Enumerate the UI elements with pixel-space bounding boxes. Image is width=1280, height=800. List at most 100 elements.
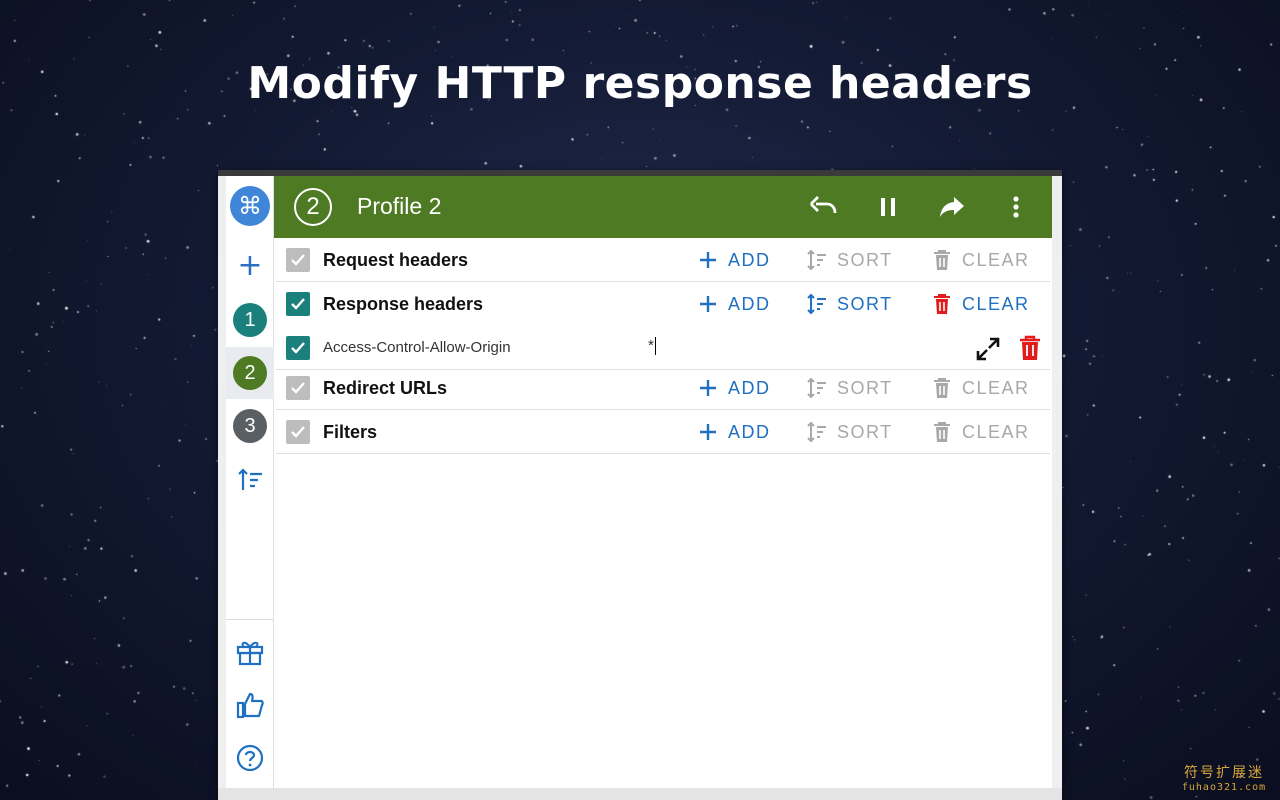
section-filters: Filters ADD SORT CLEAR xyxy=(276,410,1050,454)
profile-2-badge: 2 xyxy=(233,356,267,390)
expand-icon xyxy=(976,337,1000,361)
sort-response-headers-button[interactable]: SORT xyxy=(806,292,893,316)
watermark-url: fuhao321.com xyxy=(1181,782,1267,793)
clear-request-headers-button[interactable]: CLEAR xyxy=(931,248,1030,272)
profile-1-button[interactable]: 1 xyxy=(226,294,274,346)
check-icon xyxy=(291,426,305,438)
like-button[interactable] xyxy=(226,679,274,731)
profile-header: 2 Profile 2 xyxy=(274,176,1052,238)
add-request-header-button[interactable]: ADD xyxy=(697,248,771,272)
watermark: 符号扩展迷 fuhao321.com xyxy=(1172,762,1276,793)
trash-icon xyxy=(931,293,953,315)
trash-icon xyxy=(931,377,953,399)
clear-label: CLEAR xyxy=(962,377,1030,398)
extension-popup: ⌘ + 1 2 3 2 Profile 2 Request headers AD… xyxy=(218,170,1062,800)
add-label: ADD xyxy=(728,377,771,398)
section-label: Response headers xyxy=(323,294,484,314)
undo-icon xyxy=(810,196,837,214)
pause-button[interactable] xyxy=(872,191,904,223)
add-filter-button[interactable]: ADD xyxy=(697,420,771,444)
sidebar: ⌘ + 1 2 3 xyxy=(226,176,274,788)
command-icon: ⌘ xyxy=(230,186,270,226)
profile-number-badge: 2 xyxy=(294,188,332,226)
plus-icon xyxy=(697,377,719,399)
add-label: ADD xyxy=(728,421,771,442)
clear-label: CLEAR xyxy=(962,421,1030,442)
gift-icon xyxy=(236,641,264,666)
clear-redirect-urls-button[interactable]: CLEAR xyxy=(931,376,1030,400)
plus-icon xyxy=(697,293,719,315)
sort-label: SORT xyxy=(837,293,893,314)
more-vert-icon xyxy=(1013,196,1019,218)
add-label: ADD xyxy=(728,249,771,270)
share-icon xyxy=(940,197,964,217)
profile-name[interactable]: Profile 2 xyxy=(357,193,441,220)
response-headers-checkbox[interactable] xyxy=(286,292,310,316)
help-button[interactable] xyxy=(226,732,274,784)
gift-button[interactable] xyxy=(226,626,274,678)
watermark-cn: 符号扩展迷 xyxy=(1184,765,1264,781)
clear-label: CLEAR xyxy=(962,249,1030,270)
pause-icon xyxy=(881,198,895,216)
section-redirect-urls: Redirect URLs ADD SORT CLEAR xyxy=(276,366,1050,410)
profile-1-badge: 1 xyxy=(233,303,267,337)
section-response-headers: Response headers ADD SORT CLEAR xyxy=(276,282,1050,326)
section-label: Filters xyxy=(323,422,378,442)
header-entry-checkbox[interactable] xyxy=(286,336,310,360)
plus-icon xyxy=(697,249,719,271)
share-button[interactable] xyxy=(936,191,968,223)
plus-icon xyxy=(697,421,719,443)
profile-3-badge: 3 xyxy=(233,409,267,443)
sort-filters-button[interactable]: SORT xyxy=(806,420,893,444)
header-name-input[interactable]: Access-Control-Allow-Origin xyxy=(323,339,511,356)
header-value-text: * xyxy=(648,337,654,354)
trash-icon xyxy=(1020,335,1040,360)
help-icon xyxy=(236,744,264,772)
delete-entry-button[interactable] xyxy=(1018,335,1042,366)
sort-redirect-urls-button[interactable]: SORT xyxy=(806,376,893,400)
clear-response-headers-button[interactable]: CLEAR xyxy=(931,292,1030,316)
filters-checkbox[interactable] xyxy=(286,420,310,444)
main-panel: 2 Profile 2 Request headers ADD SORT CLE… xyxy=(274,176,1052,788)
plus-icon: + xyxy=(237,248,263,283)
section-label: Request headers xyxy=(323,250,469,270)
sort-label: SORT xyxy=(837,421,893,442)
sort-label: SORT xyxy=(837,377,893,398)
trash-icon xyxy=(931,249,953,271)
check-icon xyxy=(291,254,305,266)
check-icon xyxy=(291,382,305,394)
add-profile-button[interactable]: + xyxy=(226,240,274,292)
sort-request-headers-button[interactable]: SORT xyxy=(806,248,893,272)
thumbs-up-icon xyxy=(236,692,264,719)
add-label: ADD xyxy=(728,293,771,314)
response-header-entry: Access-Control-Allow-Origin * xyxy=(276,326,1050,370)
undo-button[interactable] xyxy=(807,191,839,223)
sort-profiles-button[interactable] xyxy=(226,454,274,506)
sort-icon xyxy=(806,421,828,443)
sort-icon xyxy=(806,293,828,315)
popup-bottom-edge xyxy=(218,788,1062,800)
sidebar-divider xyxy=(226,619,274,620)
sort-icon xyxy=(806,249,828,271)
more-menu-button[interactable] xyxy=(1000,191,1032,223)
check-icon xyxy=(291,342,305,354)
sort-label: SORT xyxy=(837,249,893,270)
expand-entry-button[interactable] xyxy=(974,335,1002,368)
trash-icon xyxy=(931,421,953,443)
app-logo: ⌘ xyxy=(226,180,274,232)
text-caret xyxy=(654,337,656,356)
add-response-header-button[interactable]: ADD xyxy=(697,292,771,316)
request-headers-checkbox[interactable] xyxy=(286,248,310,272)
section-request-headers: Request headers ADD SORT CLEAR xyxy=(276,238,1050,282)
redirect-urls-checkbox[interactable] xyxy=(286,376,310,400)
sort-icon xyxy=(806,377,828,399)
check-icon xyxy=(291,298,305,310)
sort-icon xyxy=(238,468,262,490)
header-value-input[interactable]: * xyxy=(648,337,656,356)
clear-filters-button[interactable]: CLEAR xyxy=(931,420,1030,444)
hero-title: Modify HTTP response headers xyxy=(247,58,1033,109)
profile-2-button[interactable]: 2 xyxy=(226,347,274,399)
add-redirect-url-button[interactable]: ADD xyxy=(697,376,771,400)
clear-label: CLEAR xyxy=(962,293,1030,314)
profile-3-button[interactable]: 3 xyxy=(226,400,274,452)
